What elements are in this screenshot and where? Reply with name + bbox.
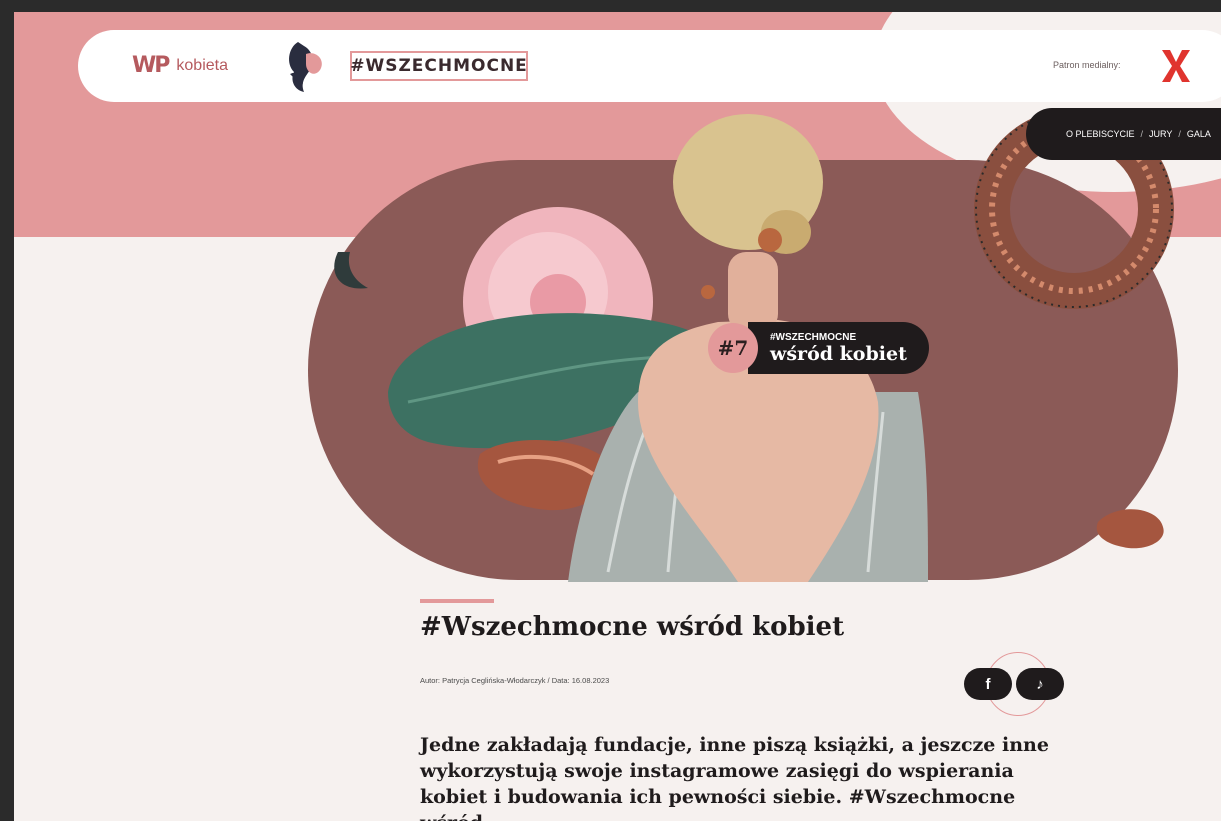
site-header: WP kobieta #WSZECHMOCNE Patron medialny: [78, 30, 1221, 102]
hero-badge: #7 #WSZECHMOCNE wśród kobiet [708, 322, 929, 374]
facebook-button[interactable]: f [964, 668, 1012, 700]
wp-logo-mark: WP [132, 53, 170, 78]
nav-item-gala[interactable]: GALA [1187, 129, 1211, 139]
wp-kobieta-logo[interactable]: WP kobieta [132, 53, 228, 78]
badge-tag: #WSZECHMOCNE [770, 331, 857, 343]
badge-label: #WSZECHMOCNE wśród kobiet [748, 322, 929, 374]
article-meta: Autor: Patrycja Ceglińska-Włodarczyk / D… [420, 676, 610, 685]
facebook-icon: f [985, 675, 991, 693]
patron-logo[interactable] [1158, 46, 1194, 86]
tiktok-icon: ♪ [1036, 675, 1044, 693]
wszechmocne-emblem-icon[interactable] [280, 36, 332, 96]
badge-number: #7 [708, 323, 758, 373]
hashtag-title[interactable]: #WSZECHMOCNE [350, 51, 528, 81]
page: #7 #WSZECHMOCNE wśród kobiet WP kobieta … [14, 12, 1221, 821]
nav-separator: / [1140, 129, 1144, 139]
title-accent-line [420, 599, 494, 603]
patron-label: Patron medialny: [1053, 60, 1121, 70]
top-navigation: O PLEBISCYCIE / JURY / GALA [1026, 108, 1221, 160]
article-lead: Jedne zakładają fundacje, inne piszą ksi… [420, 734, 1049, 821]
nav-item-o-plebiscycie[interactable]: O PLEBISCYCIE [1066, 129, 1135, 139]
badge-title: wśród kobiet [770, 342, 907, 365]
tiktok-button[interactable]: ♪ [1016, 668, 1064, 700]
article-title: #Wszechmocne wśród kobiet [420, 612, 845, 642]
nav-item-jury[interactable]: JURY [1149, 129, 1172, 139]
logo-text: kobieta [176, 56, 228, 74]
social-share: f ♪ [964, 668, 1064, 700]
nav-separator: / [1178, 129, 1181, 139]
